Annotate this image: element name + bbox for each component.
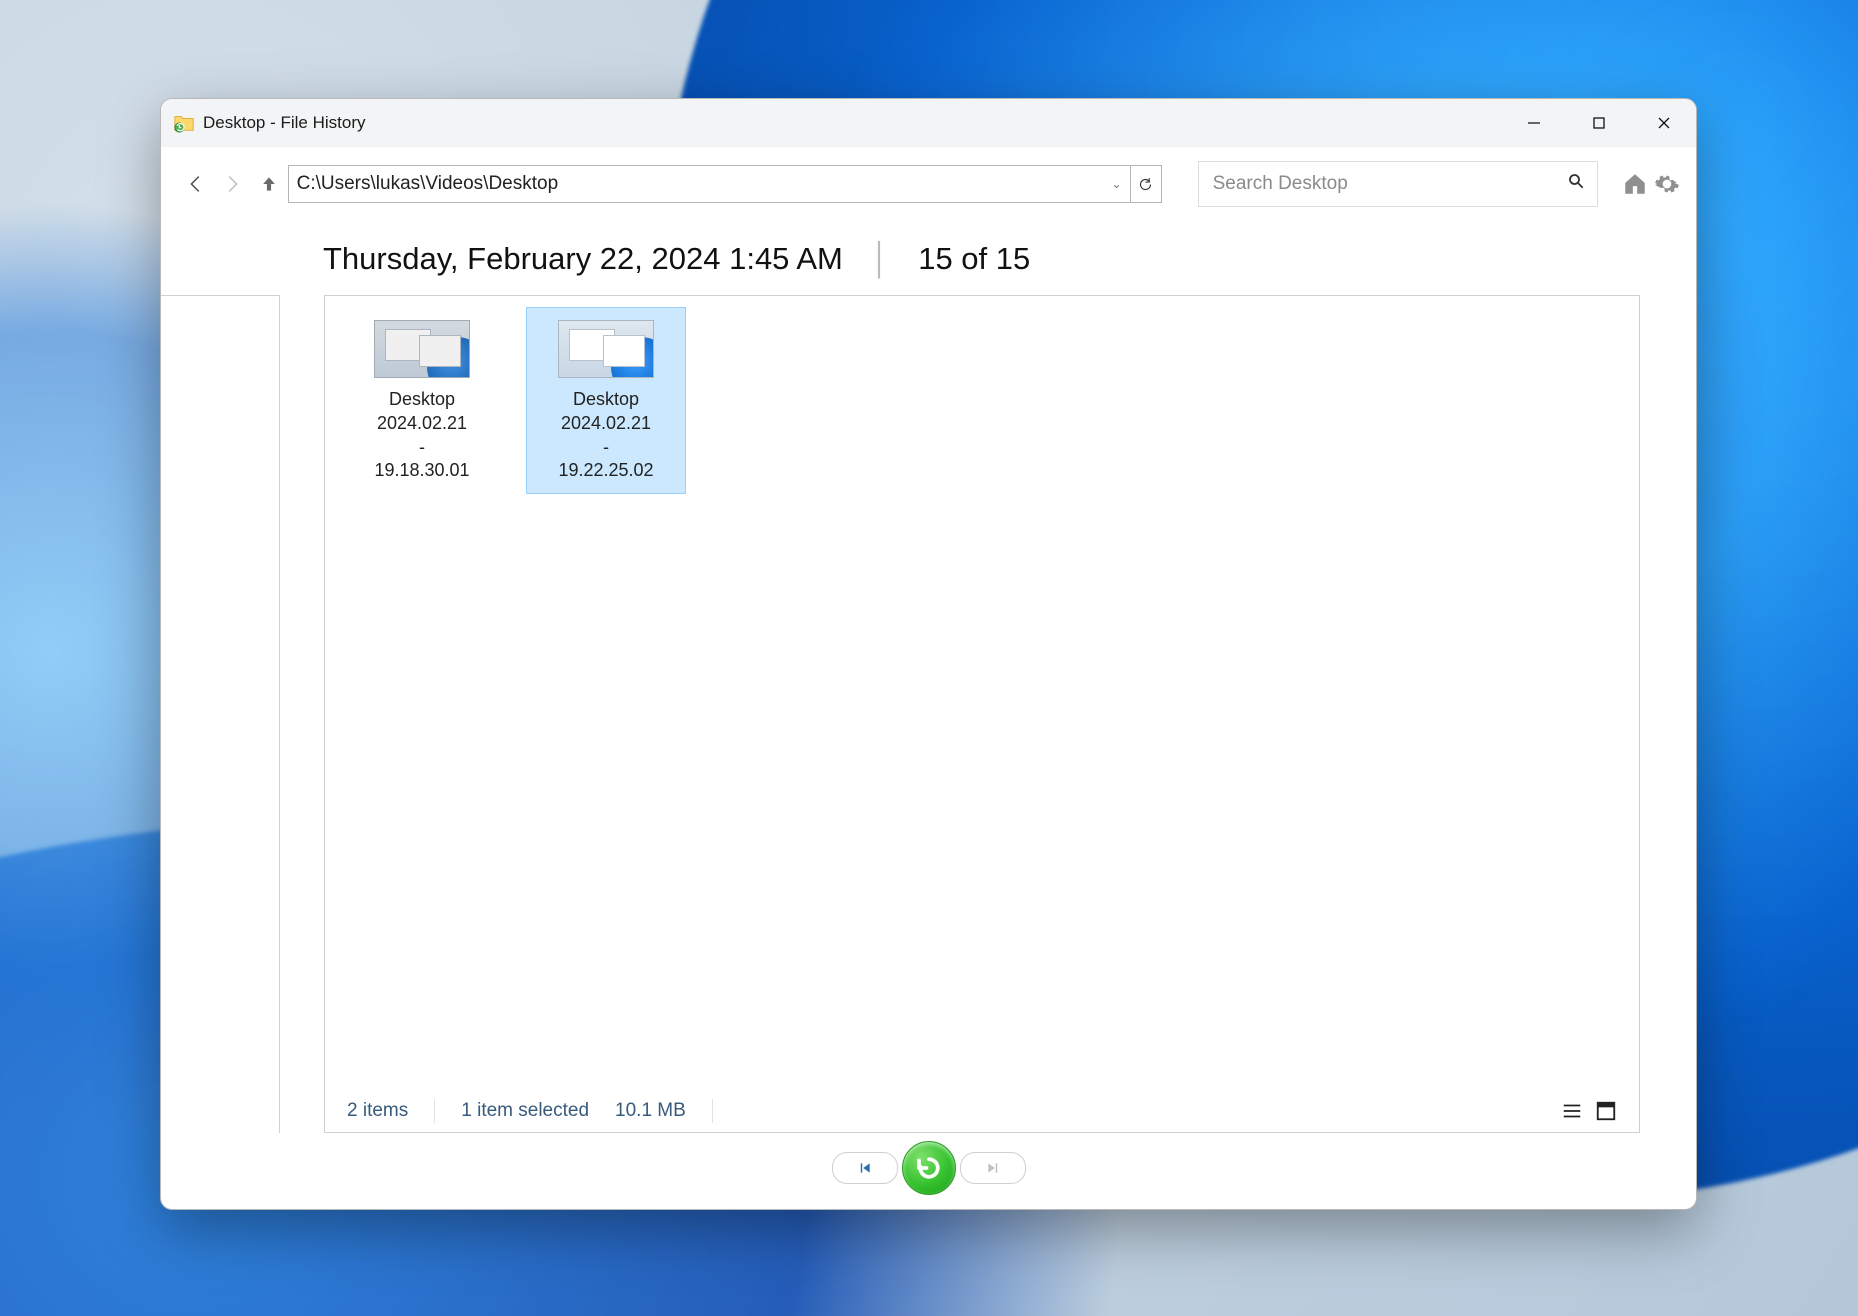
file-history-app-icon xyxy=(173,112,195,134)
heading-separator: │ xyxy=(871,241,890,277)
file-thumbnail xyxy=(374,320,470,378)
address-path: C:\Users\lukas\Videos\Desktop xyxy=(297,173,1106,195)
toolbar: C:\Users\lukas\Videos\Desktop ⌄ xyxy=(161,147,1696,217)
version-heading: Thursday, February 22, 2024 1:45 AM │ 15… xyxy=(161,217,1696,295)
restore-button[interactable] xyxy=(902,1141,956,1195)
minimize-button[interactable] xyxy=(1501,99,1566,147)
search-input[interactable] xyxy=(1211,172,1567,196)
desktop-background: Desktop - File History xyxy=(0,0,1858,1316)
search-box[interactable] xyxy=(1198,161,1598,207)
status-selection: 1 item selected xyxy=(461,1100,589,1122)
previous-version-button[interactable] xyxy=(832,1152,898,1184)
forward-button[interactable] xyxy=(219,170,245,198)
gear-icon[interactable] xyxy=(1654,171,1680,197)
file-grid[interactable]: Desktop 2024.02.21 - 19.18.30.01 Desktop… xyxy=(325,296,1639,1090)
up-button[interactable] xyxy=(255,170,281,198)
file-name-line: 19.18.30.01 xyxy=(347,459,497,483)
maximize-button[interactable] xyxy=(1566,99,1631,147)
file-name-line: Desktop xyxy=(347,388,497,412)
home-icon[interactable] xyxy=(1622,171,1648,197)
file-item[interactable]: Desktop 2024.02.21 - 19.18.30.01 xyxy=(343,308,501,493)
window-title: Desktop - File History xyxy=(203,113,365,133)
file-name-line: 19.22.25.02 xyxy=(531,459,681,483)
version-timestamp: Thursday, February 22, 2024 1:45 AM xyxy=(323,241,843,277)
status-bar: 2 items 1 item selected 10.1 MB xyxy=(325,1090,1639,1132)
search-icon[interactable] xyxy=(1567,172,1585,196)
file-history-window: Desktop - File History xyxy=(160,98,1697,1210)
thumbnails-view-icon[interactable] xyxy=(1595,1100,1617,1122)
details-view-icon[interactable] xyxy=(1561,1100,1583,1122)
file-name-line: Desktop xyxy=(531,388,681,412)
file-item[interactable]: Desktop 2024.02.21 - 19.22.25.02 xyxy=(527,308,685,493)
status-size: 10.1 MB xyxy=(615,1100,686,1122)
file-thumbnail xyxy=(558,320,654,378)
history-nav xyxy=(161,1133,1696,1209)
next-version-button[interactable] xyxy=(960,1152,1026,1184)
address-bar[interactable]: C:\Users\lukas\Videos\Desktop ⌄ xyxy=(288,165,1131,203)
file-name-line: 2024.02.21 xyxy=(347,412,497,436)
address-dropdown-icon[interactable]: ⌄ xyxy=(1106,177,1122,191)
close-button[interactable] xyxy=(1631,99,1696,147)
file-name-line: - xyxy=(531,436,681,460)
status-item-count: 2 items xyxy=(347,1100,408,1122)
side-panel xyxy=(161,295,280,1133)
file-name-line: - xyxy=(347,436,497,460)
refresh-button[interactable] xyxy=(1131,165,1162,203)
version-position: 15 of 15 xyxy=(918,241,1030,277)
titlebar[interactable]: Desktop - File History xyxy=(161,99,1696,147)
back-button[interactable] xyxy=(183,170,209,198)
file-name-line: 2024.02.21 xyxy=(531,412,681,436)
file-panel: Desktop 2024.02.21 - 19.18.30.01 Desktop… xyxy=(324,295,1640,1133)
